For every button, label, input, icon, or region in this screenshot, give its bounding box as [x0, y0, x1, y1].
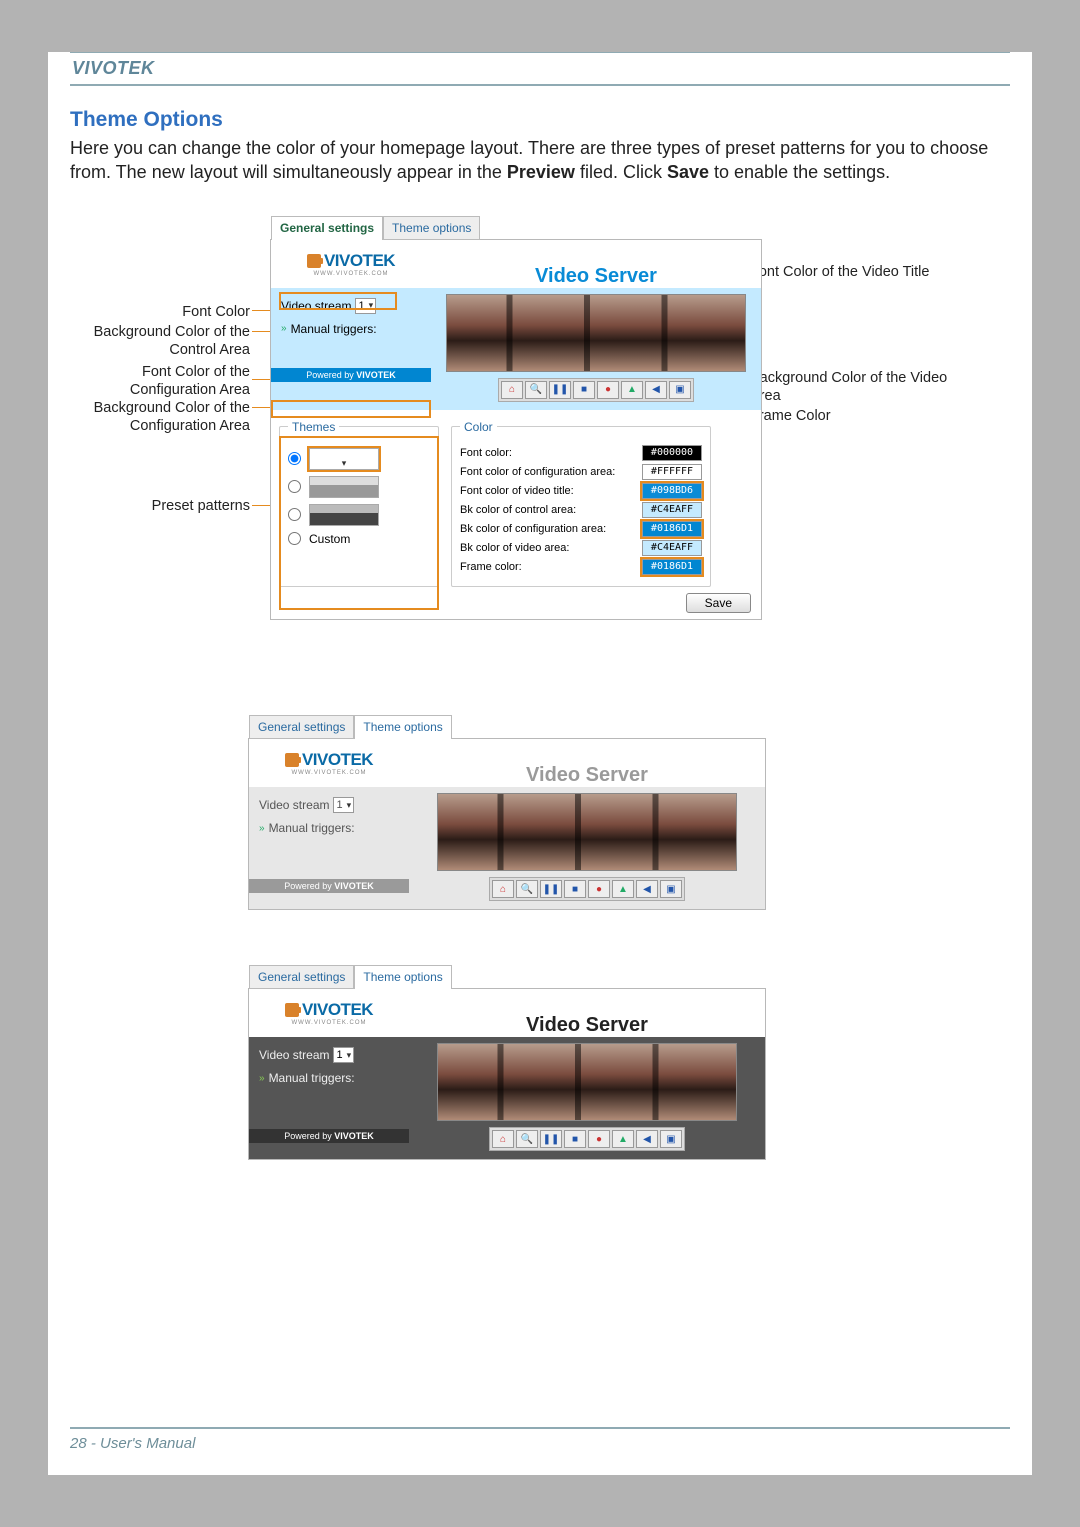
tab-theme[interactable]: Theme options	[354, 715, 451, 739]
home-icon[interactable]: ⌂	[501, 381, 523, 399]
video-stream-select[interactable]: 1	[333, 797, 354, 813]
color-row: Bk color of configuration area:#0186D1	[460, 521, 702, 537]
video-frame	[446, 294, 746, 372]
color-row: Font color:#000000	[460, 445, 702, 461]
video-title: Video Server	[409, 764, 765, 787]
callout-preset: Preset patterns	[70, 497, 250, 516]
rec-icon[interactable]: ●	[588, 1130, 610, 1148]
vol-icon[interactable]: ◀	[636, 880, 658, 898]
control-area: Video stream 1 »Manual triggers: Powered…	[271, 288, 431, 410]
video-stream-select[interactable]: 1	[355, 298, 376, 314]
snap-icon[interactable]: ▲	[621, 381, 643, 399]
video-stream-select[interactable]: 1	[333, 1047, 354, 1063]
snap-icon[interactable]: ▲	[612, 1130, 634, 1148]
video-title: Video Server	[409, 1014, 765, 1037]
pause-icon[interactable]: ❚❚	[549, 381, 571, 399]
color-row: Font color of video title:#098BD6	[460, 483, 702, 499]
video-frame	[437, 793, 737, 871]
home-icon[interactable]: ⌂	[492, 880, 514, 898]
color-swatch[interactable]: #0186D1	[642, 521, 702, 537]
theme-radio-1[interactable]	[288, 452, 301, 465]
page-header: VIVOTEK	[70, 52, 1010, 86]
camera-icon	[307, 254, 321, 268]
chevron-icon: »	[259, 1073, 265, 1084]
color-fieldset: Color Font color:#000000Font color of co…	[451, 420, 711, 587]
stop-icon[interactable]: ■	[573, 381, 595, 399]
section-title: Theme Options	[70, 108, 1010, 132]
chevron-icon: »	[281, 323, 287, 334]
preview-app-dark: General settings Theme options VIVOTEKWW…	[248, 988, 766, 1160]
rec-icon[interactable]: ●	[588, 880, 610, 898]
full-icon[interactable]: ▣	[660, 880, 682, 898]
intro-paragraph: Here you can change the color of your ho…	[70, 136, 1010, 185]
camera-icon	[285, 1003, 299, 1017]
toolbar: ⌂🔍❚❚■●▲◀▣	[489, 1127, 685, 1151]
color-row: Font color of configuration area:#FFFFFF	[460, 464, 702, 480]
themes-fieldset: Themes Custom	[279, 420, 439, 587]
tab-theme[interactable]: Theme options	[383, 216, 480, 240]
chevron-icon: »	[259, 823, 265, 834]
color-row: Bk color of video area:#C4EAFF	[460, 540, 702, 556]
full-icon[interactable]: ▣	[660, 1130, 682, 1148]
color-swatch[interactable]: #000000	[642, 445, 702, 461]
callout-font-config: Font Color of the Configuration Area	[70, 363, 250, 401]
color-swatch[interactable]: #FFFFFF	[642, 464, 702, 480]
rec-icon[interactable]: ●	[597, 381, 619, 399]
preview-app-blue: General settings Theme options VIVOTEK W…	[270, 239, 762, 620]
stop-icon[interactable]: ■	[564, 880, 586, 898]
tab-theme[interactable]: Theme options	[354, 965, 451, 989]
zoom-icon[interactable]: 🔍	[516, 880, 538, 898]
color-swatch[interactable]: #C4EAFF	[642, 540, 702, 556]
callout-font-color: Font Color	[70, 303, 250, 322]
save-button[interactable]: Save	[686, 593, 751, 613]
callout-bg-control: Background Color of the Control Area	[70, 323, 250, 361]
figure-annotated: Font Color Background Color of the Contr…	[70, 215, 1010, 795]
logo: VIVOTEK WWW.VIVOTEK.COM	[271, 240, 431, 288]
toolbar: ⌂ 🔍 ❚❚ ■ ● ▲ ◀ ▣	[498, 378, 694, 402]
callout-bg-config: Background Color of the Configuration Ar…	[70, 399, 250, 437]
powered-by-band: Powered by VIVOTEK	[271, 368, 431, 382]
vol-icon[interactable]: ◀	[645, 381, 667, 399]
tab-general[interactable]: General settings	[271, 216, 383, 240]
camera-icon	[285, 753, 299, 767]
full-icon[interactable]: ▣	[669, 381, 691, 399]
tab-general[interactable]: General settings	[249, 965, 354, 989]
color-swatch[interactable]: #098BD6	[642, 483, 702, 499]
callout-font-title: Font Color of the Video Title	[750, 263, 950, 282]
theme-radio-3[interactable]	[288, 508, 301, 521]
zoom-icon[interactable]: 🔍	[516, 1130, 538, 1148]
preview-app-gray: General settings Theme options VIVOTEKWW…	[248, 738, 766, 910]
callout-bg-video: Background Color of the Video Area	[750, 369, 970, 407]
pause-icon[interactable]: ❚❚	[540, 1130, 562, 1148]
theme-radio-2[interactable]	[288, 480, 301, 493]
footer: 28 - User's Manual	[70, 1427, 1010, 1453]
video-frame	[437, 1043, 737, 1121]
home-icon[interactable]: ⌂	[492, 1130, 514, 1148]
color-row: Frame color:#0186D1	[460, 559, 702, 575]
tab-general[interactable]: General settings	[249, 715, 354, 739]
color-swatch[interactable]: #0186D1	[642, 559, 702, 575]
color-swatch[interactable]: #C4EAFF	[642, 502, 702, 518]
vol-icon[interactable]: ◀	[636, 1130, 658, 1148]
snap-icon[interactable]: ▲	[612, 880, 634, 898]
stop-icon[interactable]: ■	[564, 1130, 586, 1148]
video-title: Video Server	[431, 265, 761, 288]
pause-icon[interactable]: ❚❚	[540, 880, 562, 898]
brand-name: VIVOTEK	[72, 58, 155, 79]
video-area: ⌂ 🔍 ❚❚ ■ ● ▲ ◀ ▣	[431, 288, 761, 410]
toolbar: ⌂🔍❚❚■●▲◀▣	[489, 877, 685, 901]
theme-radio-custom[interactable]	[288, 532, 301, 545]
color-row: Bk color of control area:#C4EAFF	[460, 502, 702, 518]
zoom-icon[interactable]: 🔍	[525, 381, 547, 399]
footer-text: 28 - User's Manual	[70, 1435, 195, 1452]
callout-frame-color: Frame Color	[750, 407, 950, 426]
